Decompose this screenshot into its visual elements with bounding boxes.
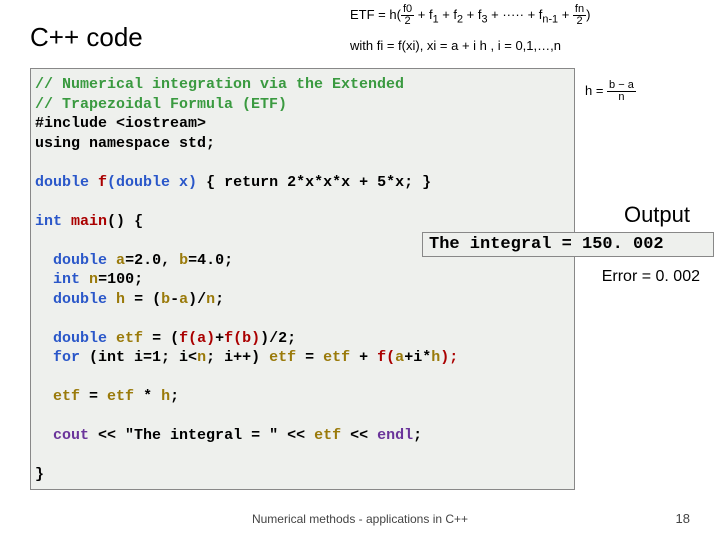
output-box: The integral = 150. 002 (422, 232, 714, 257)
footer-text: Numerical methods - applications in C++ (252, 512, 468, 526)
page-number: 18 (676, 511, 690, 526)
output-title: Output (624, 202, 690, 228)
code-panel: // Numerical integration via the Extende… (30, 68, 575, 490)
handwriting-h: h = b − an (585, 80, 636, 103)
handwriting-etf: ETF = h(f02 + f1 + f2 + f3 + ····· + fn-… (350, 4, 590, 27)
slide-title: C++ code (30, 22, 143, 53)
output-error: Error = 0. 002 (602, 268, 700, 286)
handwriting-fi: with fi = f(xi), xi = a + i h , i = 0,1,… (350, 38, 561, 53)
